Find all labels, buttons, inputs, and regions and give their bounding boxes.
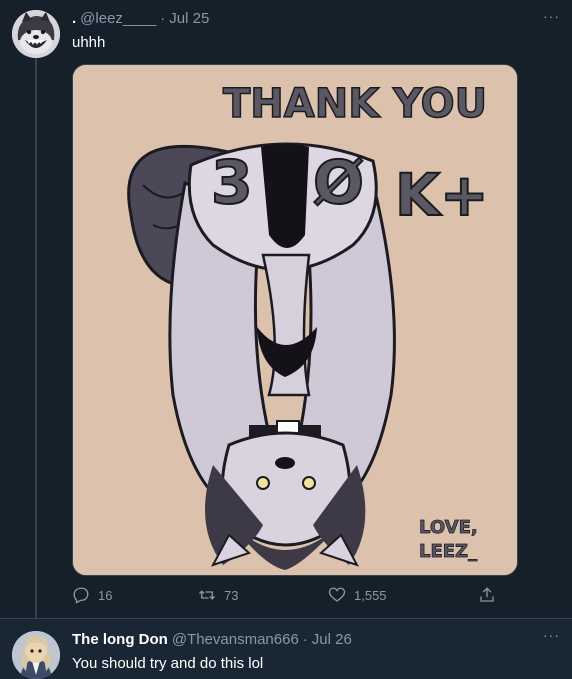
signature-line-2: LEEZ_ xyxy=(419,541,477,562)
thread-connector-line xyxy=(35,58,37,618)
like-button[interactable]: 1,555 xyxy=(328,586,387,604)
count-digit-1: 3 xyxy=(211,148,253,218)
count-digit-2: Ø xyxy=(313,148,364,218)
retweet-icon xyxy=(199,590,215,600)
share-button[interactable] xyxy=(478,586,496,604)
separator-dot: · xyxy=(302,631,308,648)
avatar[interactable] xyxy=(12,631,60,679)
separator-dot: · xyxy=(160,10,166,27)
character-avatar-icon xyxy=(12,631,60,679)
user-handle[interactable]: @Thevansman666 xyxy=(172,631,299,648)
tweet-media-image[interactable]: THANK YOU 3 Ø K+ LOVE, LEEZ_ xyxy=(72,64,518,576)
reply-count: 16 xyxy=(98,587,113,603)
reply-icon xyxy=(73,587,89,604)
reply-button[interactable]: 16 xyxy=(72,586,112,604)
display-name[interactable]: The long Don xyxy=(72,631,168,648)
more-options-button[interactable]: ··· xyxy=(543,627,560,643)
user-handle[interactable]: @leez____ xyxy=(80,10,156,27)
like-count: 1,555 xyxy=(354,587,387,603)
count-suffix: K+ xyxy=(395,161,489,229)
tweet-actions: 16 73 1,555 xyxy=(72,586,516,608)
tweet-text: You should try and do this lol xyxy=(72,655,264,672)
retweet-button[interactable]: 73 xyxy=(198,586,238,604)
display-name[interactable]: . xyxy=(72,10,76,27)
signature-line-1: LOVE, xyxy=(419,517,478,538)
heart-icon xyxy=(328,587,346,602)
tweet-reply[interactable]: The long Don @Thevansman666 · Jul 26 ···… xyxy=(0,618,572,679)
tweet-header: . @leez____ · Jul 25 xyxy=(72,10,209,27)
headline-text: THANK YOU xyxy=(223,81,487,127)
avatar[interactable] xyxy=(12,10,60,58)
tweet-text: uhhh xyxy=(72,34,106,51)
share-icon xyxy=(480,587,494,602)
tweet-date[interactable]: Jul 25 xyxy=(169,10,209,27)
wolf-avatar-icon xyxy=(12,10,60,58)
more-options-button[interactable]: ··· xyxy=(543,8,560,24)
tweet-main[interactable]: . @leez____ · Jul 25 ··· uhhh THANK YOU … xyxy=(0,0,572,618)
thank-you-artwork: THANK YOU 3 Ø K+ LOVE, LEEZ_ xyxy=(73,65,517,575)
tweet-header: The long Don @Thevansman666 · Jul 26 xyxy=(72,631,352,648)
retweet-count: 73 xyxy=(224,587,239,603)
tweet-date[interactable]: Jul 26 xyxy=(312,631,352,648)
